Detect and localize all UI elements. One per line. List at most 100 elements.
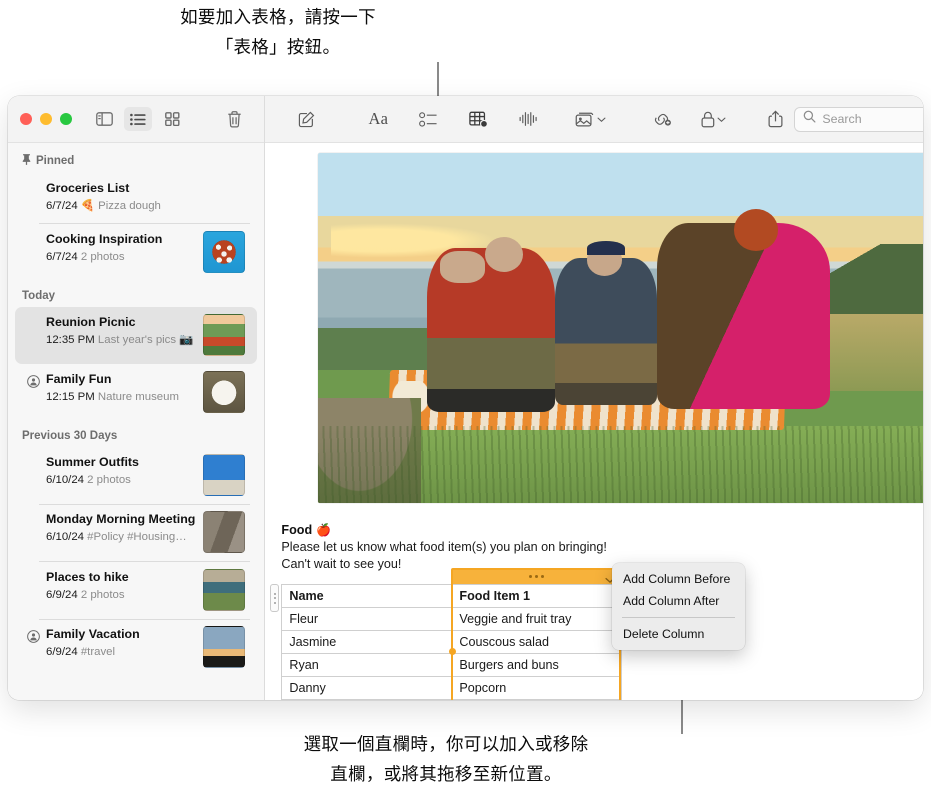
note-list-item-text: Family Vacation 6/9/24 #travel — [46, 626, 195, 661]
table-cell[interactable]: Fleur — [281, 607, 453, 631]
minimize-window-button[interactable] — [40, 113, 52, 125]
note-list-item[interactable]: Groceries List 6/7/24 🍕 Pizza dough — [15, 173, 257, 223]
table-cell[interactable]: Danny — [281, 676, 453, 700]
screenshot-root: 如要加入表格，請按一下 「表格」按鈕。 選取一個直欄時，你可以加入或移除 直欄，… — [0, 0, 931, 801]
note-date: 6/9/24 — [46, 588, 78, 601]
table-row-handle[interactable] — [270, 584, 280, 612]
note-thumbnail — [203, 230, 246, 273]
note-preview: 2 photos — [77, 250, 125, 263]
note-date: 6/9/24 — [46, 646, 78, 658]
shared-note-icon — [27, 630, 40, 643]
note-title: Reunion Picnic — [46, 314, 136, 329]
note-date: 12:15 PM — [46, 390, 95, 403]
maximize-window-button[interactable] — [60, 113, 72, 125]
menu-separator — [622, 617, 735, 618]
column-selection-tab[interactable] — [451, 568, 622, 584]
checklist-icon[interactable] — [413, 106, 443, 132]
note-list-item[interactable]: Family Fun 12:15 PM Nature museum — [15, 364, 257, 421]
note-list-item[interactable]: Family Vacation 6/9/24 #travel — [15, 619, 257, 676]
close-window-button[interactable] — [20, 113, 32, 125]
table-cell[interactable]: Jasmine — [281, 630, 453, 654]
note-title: Places to hike — [46, 569, 129, 584]
table-header-cell[interactable]: Food Item 1 — [451, 584, 623, 608]
link-icon[interactable] — [648, 106, 678, 132]
gallery-view-icon[interactable] — [158, 107, 186, 131]
audio-waveform-icon[interactable] — [513, 106, 543, 132]
note-list-item-text: Monday Morning Meeting 6/10/24 #Policy #H… — [46, 511, 195, 546]
notes-group-header: Pinned — [8, 145, 264, 173]
annotation-bottom: 選取一個直欄時，你可以加入或移除 直欄，或將其拖移至新位置。 — [303, 734, 589, 784]
person-left-waving-hand — [439, 251, 485, 283]
note-toolbar: Aa Search — [265, 96, 923, 143]
note-meta: 6/9/24 #travel — [46, 644, 195, 661]
note-list-item[interactable]: Places to hike 6/9/24 2 photos — [15, 562, 257, 619]
person-middle — [554, 258, 658, 405]
note-list-item-text: Places to hike 6/9/24 2 photos — [46, 569, 195, 604]
table-cell[interactable]: Burgers and buns — [451, 653, 623, 677]
note-thumbnail — [203, 313, 246, 356]
note-date: 6/7/24 — [46, 250, 78, 263]
note-paragraph-line1: Please let us know what food item(s) you… — [281, 540, 607, 554]
menu-item-add-column-before[interactable]: Add Column Before — [612, 568, 745, 590]
chevron-down-icon — [717, 110, 726, 128]
table-row: Ryan Burgers and buns — [281, 653, 623, 677]
lock-icon[interactable] — [698, 106, 728, 132]
notes-group-label: Previous 30 Days — [22, 429, 118, 442]
note-detail-pane: Aa Search Food 🍎 Please let us know what… — [265, 96, 923, 700]
person-right — [657, 223, 830, 409]
note-photo[interactable] — [318, 153, 923, 503]
text-format-icon[interactable]: Aa — [363, 106, 393, 132]
table-cell[interactable]: Couscous salad — [451, 630, 623, 654]
note-list-item[interactable]: Reunion Picnic 12:35 PM Last year's pics … — [15, 306, 258, 364]
note-list-item-text: Groceries List 6/7/24 🍕 Pizza dough — [46, 180, 245, 215]
pin-icon — [22, 154, 31, 168]
media-icon[interactable] — [575, 106, 606, 132]
format-label: Aa — [368, 109, 389, 128]
note-content[interactable]: Food 🍎 Please let us know what food item… — [265, 143, 923, 700]
note-meta: 6/9/24 2 photos — [46, 587, 195, 604]
note-title: Monday Morning Meeting — [46, 512, 196, 526]
note-list-item-text: Family Fun 12:15 PM Nature museum — [46, 371, 195, 406]
person-middle-bandana — [586, 240, 626, 255]
table-cell[interactable]: Popcorn — [451, 676, 623, 700]
menu-item-delete-column[interactable]: Delete Column — [612, 623, 745, 645]
notes-group-header: Today — [8, 281, 264, 307]
note-list-item[interactable]: Monday Morning Meeting 6/10/24 #Policy #H… — [15, 504, 257, 561]
sidebar-toggle-icon[interactable] — [90, 107, 118, 131]
compose-icon[interactable] — [291, 106, 321, 132]
search-input[interactable]: Search — [794, 106, 923, 132]
note-list-item[interactable]: Summer Outfits 6/10/24 2 photos — [15, 447, 257, 504]
notes-list[interactable]: Pinned Groceries List 6/7/24 🍕 Pizza dough… — [8, 143, 264, 700]
table-icon[interactable] — [463, 106, 493, 132]
note-title: Family Fun — [46, 371, 112, 386]
menu-item-add-column-after[interactable]: Add Column After — [612, 590, 745, 612]
food-table[interactable]: Name Food Item 1 Fleur Veggie and fruit t… — [281, 584, 623, 700]
note-thumbnail — [203, 626, 246, 668]
list-view-icon[interactable] — [124, 107, 152, 131]
note-title: Summer Outfits — [46, 454, 139, 469]
note-list-item[interactable]: Cooking Inspiration 6/7/24 2 photos — [15, 224, 257, 281]
table-cell[interactable]: Ryan — [281, 653, 453, 677]
note-thumbnail — [203, 511, 246, 553]
note-meta: 6/10/24 2 photos — [46, 472, 195, 489]
note-preview: Last year's pics 📷 — [94, 333, 194, 346]
note-preview: 2 photos — [84, 473, 131, 486]
note-thumbnail — [203, 370, 246, 413]
table-header-row: Name Food Item 1 — [281, 584, 623, 608]
delete-note-icon[interactable] — [220, 107, 248, 131]
note-heading-text: Food — [281, 523, 313, 537]
note-preview: 2 photos — [77, 588, 125, 601]
annotation-top: 如要加入表格，請按一下 「表格」按鈕。 — [180, 7, 376, 57]
note-meta: 12:35 PM Last year's pics 📷 — [46, 332, 195, 349]
notes-app-window: Pinned Groceries List 6/7/24 🍕 Pizza dough… — [8, 96, 923, 700]
column-context-menu[interactable]: Add Column Before Add Column After Delet… — [612, 563, 745, 650]
table-cell[interactable]: Veggie and fruit tray — [451, 607, 623, 631]
note-meta: 6/7/24 🍕 Pizza dough — [46, 198, 245, 215]
share-icon[interactable] — [760, 106, 790, 132]
table-header-cell[interactable]: Name — [281, 584, 453, 608]
note-date: 6/10/24 — [46, 531, 85, 543]
note-date: 6/10/24 — [46, 473, 85, 486]
sidebar-toolbar — [8, 96, 265, 143]
note-preview: Nature museum — [94, 390, 179, 403]
sidebar: Pinned Groceries List 6/7/24 🍕 Pizza dough… — [8, 96, 266, 700]
